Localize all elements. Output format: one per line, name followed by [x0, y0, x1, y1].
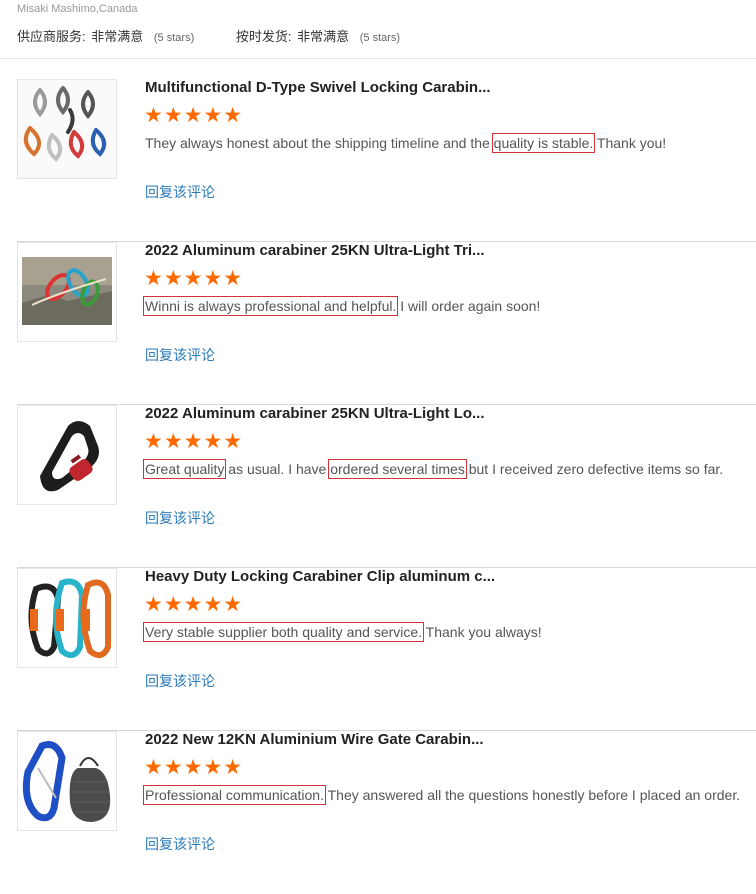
- product-title[interactable]: Heavy Duty Locking Carabiner Clip alumin…: [145, 568, 495, 585]
- wire-gate-carabiner-bag-image: [18, 732, 116, 830]
- product-thumbnail[interactable]: [17, 568, 117, 668]
- reply-to-review-link[interactable]: 回复该评论: [145, 345, 215, 365]
- review-item: 2022 New 12KN Aluminium Wire Gate Carabi…: [17, 731, 756, 894]
- product-thumbnail[interactable]: [17, 242, 117, 342]
- highlighted-phrase: ordered several times: [328, 459, 467, 479]
- highlighted-phrase: Great quality: [142, 459, 227, 479]
- rating-stars-text: (5 stars): [359, 32, 401, 44]
- supplier-ratings: 供应商服务: 非常满意 (5 stars) 按时发货: 非常满意 (5 star…: [17, 26, 400, 45]
- colored-carabiners-image: [18, 569, 116, 667]
- review-item: Heavy Duty Locking Carabiner Clip alumin…: [17, 568, 756, 731]
- comment-text: Thank you always!: [422, 624, 542, 640]
- review-comment: They always honest about the shipping ti…: [145, 133, 667, 153]
- comment-text: Thank you!: [593, 135, 667, 151]
- star-rating: ★★★★★: [144, 267, 244, 290]
- rating-on-time-delivery: 按时发货: 非常满意 (5 stars): [236, 26, 400, 45]
- star-rating: ★★★★★: [144, 756, 244, 779]
- reviewer-name: Misaki Mashimo,Canada: [17, 3, 138, 15]
- rating-label: 供应商服务:: [17, 29, 86, 44]
- comment-text: as usual. I have: [224, 461, 331, 477]
- climbing-carabiner-photo-image: [18, 243, 116, 341]
- product-title[interactable]: 2022 New 12KN Aluminium Wire Gate Carabi…: [145, 731, 484, 748]
- product-title[interactable]: 2022 Aluminum carabiner 25KN Ultra-Light…: [145, 405, 485, 422]
- star-rating: ★★★★★: [144, 430, 244, 453]
- highlighted-phrase: Very stable supplier both quality and se…: [142, 622, 425, 642]
- rating-label: 按时发货:: [235, 29, 292, 44]
- review-item: 2022 Aluminum carabiner 25KN Ultra-Light…: [17, 242, 756, 405]
- rating-supplier-service: 供应商服务: 非常满意 (5 stars): [17, 26, 194, 45]
- comment-text: I will order again soon!: [396, 298, 541, 314]
- black-locking-carabiner-image: [18, 406, 116, 504]
- reply-to-review-link[interactable]: 回复该评论: [145, 508, 215, 528]
- reply-to-review-link[interactable]: 回复该评论: [145, 834, 215, 854]
- review-comment: Very stable supplier both quality and se…: [142, 622, 542, 642]
- rating-value: 非常满意: [91, 29, 144, 44]
- product-thumbnail[interactable]: [17, 405, 117, 505]
- comment-text: They always honest about the shipping ti…: [145, 135, 494, 151]
- review-item: Multifunctional D-Type Swivel Locking Ca…: [17, 79, 756, 242]
- product-thumbnail[interactable]: [17, 731, 117, 831]
- product-title[interactable]: 2022 Aluminum carabiner 25KN Ultra-Light…: [145, 242, 485, 259]
- comment-text: but I received zero defective items so f…: [464, 461, 724, 477]
- review-comment: Great quality as usual. I have ordered s…: [142, 459, 724, 479]
- reply-to-review-link[interactable]: 回复该评论: [145, 671, 215, 691]
- rating-stars-text: (5 stars): [153, 32, 195, 44]
- swivel-carabiners-image: [18, 80, 116, 178]
- highlighted-phrase: Winni is always professional and helpful…: [142, 296, 399, 316]
- star-rating: ★★★★★: [144, 593, 244, 616]
- review-comment: Winni is always professional and helpful…: [142, 296, 541, 316]
- comment-text: They answered all the questions honestly…: [323, 787, 741, 803]
- rating-value: 非常满意: [297, 29, 350, 44]
- highlighted-phrase: Professional communication.: [143, 785, 326, 805]
- review-header: Misaki Mashimo,Canada 供应商服务: 非常满意 (5 sta…: [17, 0, 756, 58]
- reply-to-review-link[interactable]: 回复该评论: [145, 182, 215, 202]
- product-thumbnail[interactable]: [17, 79, 117, 179]
- product-title[interactable]: Multifunctional D-Type Swivel Locking Ca…: [145, 79, 491, 96]
- header-divider: [0, 58, 756, 59]
- highlighted-phrase: quality is stable.: [491, 133, 596, 153]
- review-item: 2022 Aluminum carabiner 25KN Ultra-Light…: [17, 405, 756, 568]
- review-comment: Professional communication. They answere…: [143, 785, 741, 805]
- star-rating: ★★★★★: [144, 104, 244, 127]
